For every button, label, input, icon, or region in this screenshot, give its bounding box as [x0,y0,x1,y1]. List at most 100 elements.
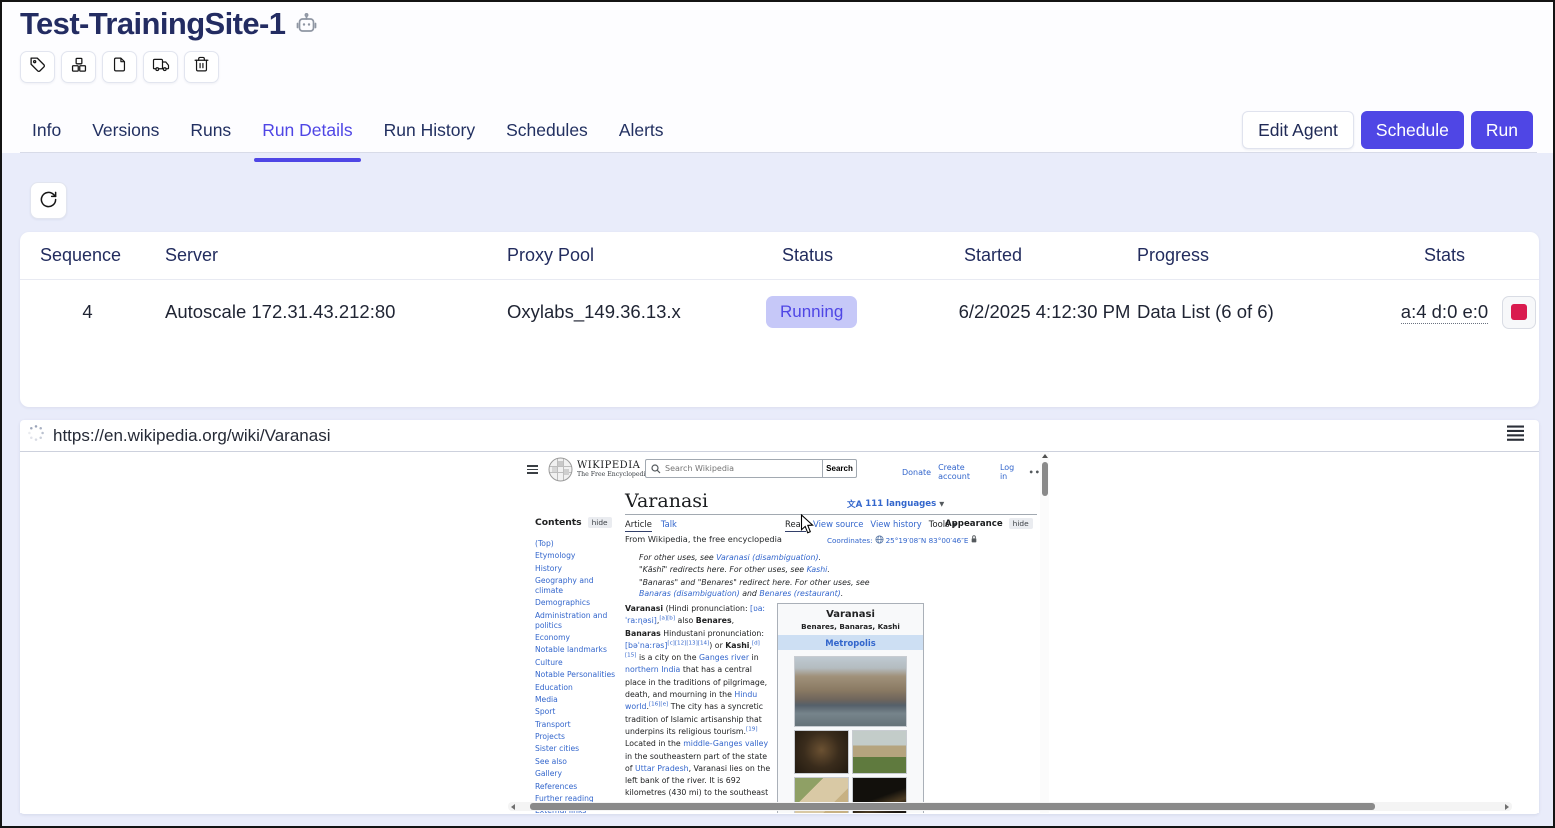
tab-run-history[interactable]: Run History [384,118,475,153]
toc-item[interactable]: Economy [535,633,617,643]
wiki-menu-icon[interactable] [527,463,538,476]
talk-tab[interactable]: Talk [661,519,677,532]
wiki-link[interactable]: Ganges river [699,653,749,662]
cell-progress: Data List (6 of 6) [1137,301,1387,323]
wiki-citation[interactable]: [c][12][13][14] [667,640,709,646]
wiki-link[interactable]: [bəˈnaːrəs] [625,641,667,650]
toc-item[interactable]: Demographics [535,598,617,608]
wiki-text: Hindustani pronunciation: [661,629,764,638]
wiki-link[interactable]: Benares (restaurant) [759,589,840,598]
delete-button[interactable] [184,51,219,83]
wiki-link[interactable]: Banaras (disambiguation) [639,589,740,598]
wiki-search-box[interactable] [645,459,823,478]
login-link[interactable]: Log in [1000,463,1022,481]
infobox-photo-musicians[interactable] [794,730,849,774]
infobox: Varanasi Benares, Banaras, Kashi Metropo… [777,603,924,813]
donate-link[interactable]: Donate [902,468,931,477]
contents-hide-button[interactable]: hide [588,517,612,528]
infobox-photo-ganges-ghats[interactable] [794,656,907,727]
app-root: Test-TrainingSite-1 [0,0,1555,828]
wiki-text: For other uses, see [639,553,716,562]
toc-item[interactable]: Notable Personalities [535,670,617,680]
wiki-text: and [740,589,760,598]
toc-item[interactable]: Sport [535,707,617,717]
runs-table: Sequence Server Proxy Pool Status Starte… [20,232,1539,407]
create-account-link[interactable]: Create account [938,463,993,481]
vertical-scroll-thumb[interactable] [1042,462,1048,496]
runs-table-header: Sequence Server Proxy Pool Status Starte… [20,232,1539,280]
truck-button[interactable] [143,51,178,83]
toc-item[interactable]: See also [535,757,617,767]
toc-item[interactable]: Projects [535,732,617,742]
vertical-scrollbar[interactable] [1040,452,1049,813]
wiki-search-button[interactable]: Search [823,459,857,478]
article-tab[interactable]: Article [625,519,652,532]
wiki-citation[interactable]: [a][b] [659,616,675,622]
infobox-banner[interactable]: Metropolis [778,635,923,650]
wiki-link[interactable]: Kashi [807,565,828,574]
tab-runs[interactable]: Runs [190,118,231,153]
languages-button[interactable]: 文A 111 languages ▼ [847,498,944,510]
toc-item[interactable]: Notable landmarks [535,645,617,655]
stop-run-button[interactable] [1502,296,1536,329]
stats-value[interactable]: a:4 d:0 e:0 [1401,301,1488,324]
file-button[interactable] [102,51,137,83]
horizontal-scrollbar[interactable] [508,802,1512,811]
preview-menu-button[interactable] [1501,423,1531,449]
wiki-citation[interactable]: [19] [746,726,757,732]
wiki-text: . [841,589,843,598]
wiki-text: , [732,616,734,625]
coordinates[interactable]: Coordinates: 25°19′08″N 83°00′46″E [827,534,978,546]
wiki-search-input[interactable] [665,464,817,473]
tab-alerts[interactable]: Alerts [619,118,664,153]
refresh-button[interactable] [30,182,67,219]
wiki-citation[interactable]: [16][e] [649,702,668,708]
wiki-link[interactable]: middle-Ganges valley [683,739,768,748]
view-source-tab[interactable]: View source [813,519,863,532]
scroll-right-arrow[interactable] [1505,804,1509,810]
wiki-text: "Kāshī" redirects here. For other uses, … [639,565,807,574]
wikipedia-logo[interactable] [548,457,573,486]
toc-item[interactable]: Administration and politics [535,611,617,631]
chevron-down-icon: ▼ [939,500,944,508]
wikipedia-wordmark[interactable]: WIKIPEDIA [577,460,640,471]
toc-item[interactable]: Geography and climate [535,576,617,596]
boxes-button[interactable] [61,51,96,83]
wiki-text: also [675,616,696,625]
toc-item[interactable]: Media [535,695,617,705]
horizontal-scroll-thumb[interactable] [530,803,1375,810]
boxes-icon [70,56,88,79]
toc-item[interactable]: (Top) [535,539,617,549]
scroll-left-arrow[interactable] [511,804,515,810]
cell-server: Autoscale 172.31.43.212:80 [165,301,507,323]
toc-item[interactable]: Sister cities [535,744,617,754]
preview-viewport: WIKIPEDIA The Free Encyclopedia Search D… [20,452,1539,813]
schedule-button[interactable]: Schedule [1361,111,1464,149]
edit-agent-button[interactable]: Edit Agent [1242,111,1354,149]
tab-versions[interactable]: Versions [92,118,159,153]
scroll-up-arrow[interactable] [1042,454,1048,458]
tab-schedules[interactable]: Schedules [506,118,588,153]
toc-item[interactable]: Transport [535,720,617,730]
toc-item[interactable]: References [535,782,617,792]
preview-url-bar: https://en.wikipedia.org/wiki/Varanasi [20,420,1539,452]
view-history-tab[interactable]: View history [870,519,921,532]
tab-run-details[interactable]: Run Details [262,118,352,153]
tab-info[interactable]: Info [32,118,61,153]
toc-item[interactable]: History [535,564,617,574]
language-icon: 文A [847,498,862,510]
wiki-link[interactable]: Uttar Pradesh [635,764,689,773]
wiki-link[interactable]: northern India [625,665,680,674]
appearance-hide-button[interactable]: hide [1009,518,1033,529]
toc-item[interactable]: Education [535,683,617,693]
infobox-photo-ramnagar-fort[interactable] [852,730,907,774]
toc-item[interactable]: Gallery [535,769,617,779]
tag-icon [29,56,46,78]
run-button[interactable]: Run [1471,111,1533,149]
toc-item[interactable]: Culture [535,658,617,668]
toc-item[interactable]: Etymology [535,551,617,561]
globe-icon [875,535,884,546]
wiki-text: . [819,553,821,562]
tag-button[interactable] [20,51,55,83]
wiki-link[interactable]: Varanasi (disambiguation) [716,553,818,562]
